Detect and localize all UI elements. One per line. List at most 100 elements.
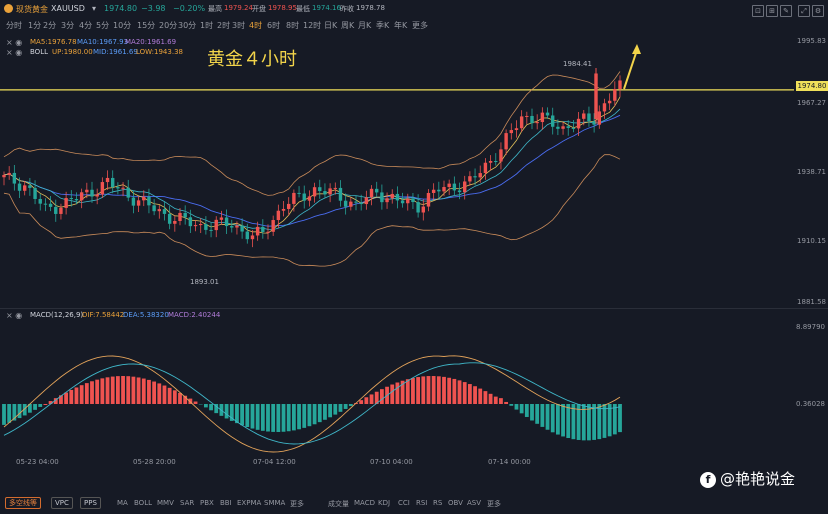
timeframe-1[interactable]: 1分	[28, 20, 41, 31]
timeframe-14[interactable]: 6时	[267, 20, 280, 31]
price-chart[interactable]	[0, 32, 794, 308]
macd-histogram-bar	[323, 404, 327, 420]
tool-11[interactable]: KDJ	[378, 499, 390, 507]
timeframe-7[interactable]: 15分	[137, 20, 155, 31]
macd-histogram-bar	[115, 376, 120, 404]
timeframe-22[interactable]: 更多	[412, 20, 428, 31]
timeframe-10[interactable]: 1时	[200, 20, 213, 31]
timeframe-8[interactable]: 20分	[159, 20, 177, 31]
candle-body	[587, 113, 591, 122]
macd-histogram-bar	[545, 404, 550, 430]
macd-histogram-bar	[395, 382, 400, 404]
screenshot-icon[interactable]: ⊞	[766, 5, 778, 17]
tool-0[interactable]: MA	[117, 499, 128, 507]
macd-histogram-bar	[250, 404, 255, 429]
candle-body	[364, 197, 369, 205]
tool-3[interactable]: SAR	[180, 499, 194, 507]
timeframe-15[interactable]: 8时	[286, 20, 299, 31]
price-change-pct: −0.20%	[173, 4, 206, 13]
symbol-code[interactable]: XAUUSD	[51, 4, 85, 13]
timeframe-11[interactable]: 2时	[217, 20, 230, 31]
macd-histogram-bar	[126, 376, 131, 404]
candle-body	[618, 80, 622, 90]
macd-histogram-bar	[193, 401, 198, 404]
bottom-tag-pps[interactable]: PPS	[80, 497, 101, 509]
tool-13[interactable]: RSI	[416, 499, 427, 507]
macd-histogram-bar	[618, 404, 622, 433]
candle-body	[323, 191, 327, 195]
tool-14[interactable]: RS	[433, 499, 442, 507]
timeframe-16[interactable]: 12时	[303, 20, 321, 31]
tool-8[interactable]: 更多	[290, 499, 304, 509]
timeframe-18[interactable]: 周K	[341, 20, 354, 31]
timeframe-9[interactable]: 30分	[178, 20, 196, 31]
candle-body	[204, 224, 208, 230]
macd-histogram-bar	[307, 404, 312, 427]
candle-body	[43, 203, 48, 205]
macd-histogram-bar	[131, 376, 136, 404]
timeframe-6[interactable]: 10分	[113, 20, 131, 31]
fullscreen-icon[interactable]: ⤢	[798, 5, 810, 17]
price-axis-label: 1910.15	[797, 237, 826, 245]
macd-histogram-bar	[152, 381, 157, 404]
symbol-dropdown-icon[interactable]: ▾	[92, 4, 96, 13]
timeframe-2[interactable]: 2分	[43, 20, 56, 31]
timeframe-4[interactable]: 4分	[79, 20, 92, 31]
tool-15[interactable]: OBV	[448, 499, 463, 507]
candle-body	[183, 212, 187, 218]
candle-body	[302, 193, 306, 201]
tool-12[interactable]: CCI	[398, 499, 410, 507]
timeframe-13[interactable]: 4时	[249, 20, 262, 31]
tool-10[interactable]: MACD	[354, 499, 375, 507]
macd-histogram-bar	[530, 404, 534, 421]
candle-body	[199, 224, 203, 226]
tool-2[interactable]: MMV	[157, 499, 174, 507]
tool-6[interactable]: EXPMA	[237, 499, 261, 507]
expand-icon[interactable]: ⊡	[752, 5, 764, 17]
draw-icon[interactable]: ✎	[780, 5, 792, 17]
macd-axis: 8.89790 0.36028	[794, 309, 828, 459]
tool-16[interactable]: ASV	[467, 499, 481, 507]
macd-chart[interactable]	[0, 309, 794, 459]
candle-body	[307, 196, 312, 201]
macd-histogram-bar	[100, 378, 105, 404]
candle-body	[209, 229, 213, 231]
timeframe-20[interactable]: 季K	[376, 20, 389, 31]
tool-17[interactable]: 更多	[487, 499, 501, 509]
candle-body	[17, 183, 22, 191]
tool-7[interactable]: SMMA	[264, 499, 285, 507]
candle-body	[333, 187, 337, 189]
candle-body	[90, 189, 94, 197]
macd-histogram-bar	[69, 389, 74, 404]
macd-axis-top: 8.89790	[796, 323, 825, 331]
timeframe-5[interactable]: 5分	[96, 20, 109, 31]
candle-body	[354, 201, 358, 203]
candle-body	[369, 188, 374, 198]
macd-histogram-bar	[597, 404, 602, 440]
open-value: 1978.95	[268, 4, 297, 12]
tool-9[interactable]: 成交量	[328, 499, 349, 509]
bottom-tag-duokong[interactable]: 多空线等	[5, 497, 41, 509]
timeframe-3[interactable]: 3分	[61, 20, 74, 31]
prev-close-value: 1978.78	[356, 4, 385, 12]
timeframe-12[interactable]: 3时	[232, 20, 245, 31]
timeframe-21[interactable]: 年K	[394, 20, 407, 31]
macd-histogram-bar	[555, 404, 560, 435]
symbol-name[interactable]: 现货黄金	[16, 4, 48, 15]
ma5-line	[3, 96, 621, 234]
macd-histogram-bar	[379, 389, 384, 404]
macd-histogram-bar	[38, 404, 43, 407]
tool-5[interactable]: BBI	[220, 499, 232, 507]
bottom-tag-vpc[interactable]: VPC	[51, 497, 73, 509]
candle-body	[473, 176, 477, 178]
candle-body	[276, 210, 281, 221]
timeframe-0[interactable]: 分时	[6, 20, 22, 31]
candle-body	[416, 202, 420, 213]
candle-body	[59, 207, 63, 214]
settings-icon[interactable]: ⚙	[812, 5, 824, 17]
timeframe-17[interactable]: 日K	[324, 20, 337, 31]
tool-1[interactable]: BOLL	[134, 499, 152, 507]
timeframe-19[interactable]: 月K	[358, 20, 371, 31]
candle-body	[545, 112, 550, 116]
tool-4[interactable]: PBX	[200, 499, 214, 507]
